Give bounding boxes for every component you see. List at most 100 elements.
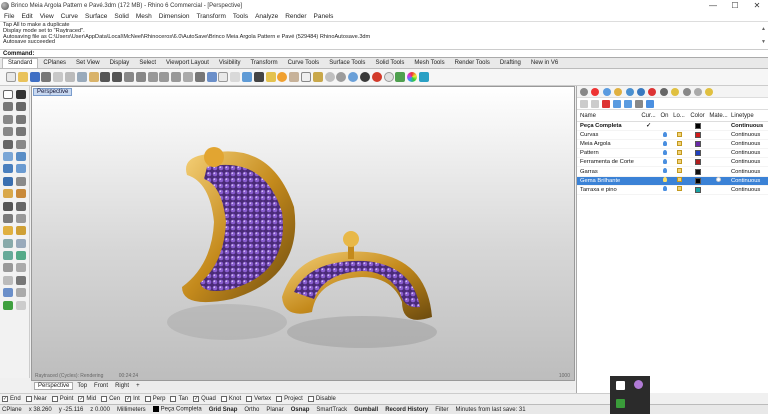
layer-icon[interactable]	[289, 72, 300, 82]
help-icon[interactable]	[418, 72, 429, 82]
trim-icon[interactable]	[3, 201, 13, 211]
tab-solid-tools[interactable]: Solid Tools	[370, 59, 409, 68]
command-history[interactable]: Tap All to make a duplicate Display mode…	[0, 21, 768, 49]
pan-icon[interactable]	[123, 72, 134, 82]
osnap-cen[interactable]: Cen	[101, 395, 120, 402]
layer-linetype[interactable]: Continuous	[729, 159, 767, 165]
layer-row[interactable]: Curvas Continuous	[577, 131, 768, 141]
osnap-point[interactable]: Point	[51, 395, 73, 402]
osnap-checkbox[interactable]	[144, 395, 151, 402]
col-name[interactable]: Name	[577, 113, 639, 119]
dimension-icon[interactable]	[3, 263, 13, 273]
layer-color-swatch[interactable]	[694, 141, 701, 148]
layer-color-swatch[interactable]	[694, 132, 701, 139]
move-layer-up-icon[interactable]	[613, 99, 621, 108]
lock-icon[interactable]	[265, 72, 276, 82]
unlock-icon[interactable]	[676, 177, 682, 183]
tab-curve-tools[interactable]: Curve Tools	[283, 59, 325, 68]
copy-icon[interactable]	[76, 72, 87, 82]
maximize-button[interactable]: ☐	[724, 1, 746, 10]
rotate-icon[interactable]	[3, 238, 13, 248]
layer-linetype[interactable]: Continuous	[729, 123, 767, 129]
explode-icon[interactable]	[16, 213, 26, 223]
tab-top[interactable]: Top	[74, 383, 90, 389]
light-bulb-icon[interactable]	[662, 131, 667, 137]
help-tab-icon[interactable]	[659, 87, 668, 96]
col-on[interactable]: On	[658, 113, 671, 119]
copy-tool-icon[interactable]	[16, 226, 26, 236]
checkbox-tool-icon[interactable]	[3, 300, 13, 310]
tab-standard[interactable]: Standard	[2, 58, 39, 68]
notes-tab-icon[interactable]	[693, 87, 702, 96]
layer-states-tab-icon[interactable]	[682, 87, 691, 96]
redo-icon[interactable]	[112, 72, 123, 82]
point-icon[interactable]	[16, 90, 26, 99]
layer-row[interactable]: Tarraxa e pino Continuous	[577, 186, 768, 195]
unlock-icon[interactable]	[676, 158, 682, 164]
box-icon[interactable]	[3, 164, 13, 174]
pencil-icon[interactable]	[16, 300, 26, 310]
tab-cplanes[interactable]: CPlanes	[38, 59, 71, 68]
mesh-icon[interactable]	[16, 176, 26, 186]
osnap-checkbox[interactable]	[25, 395, 32, 402]
save-icon[interactable]	[29, 72, 40, 82]
menu-curve[interactable]: Curve	[61, 13, 78, 20]
current-layer-status[interactable]: Peça Completa	[152, 406, 202, 413]
layer-color-swatch[interactable]	[694, 123, 701, 130]
layer-color-swatch[interactable]	[694, 168, 701, 175]
menu-mesh[interactable]: Mesh	[136, 13, 152, 20]
join-icon[interactable]	[3, 213, 13, 223]
print-icon[interactable]	[41, 72, 52, 82]
zoom-icon[interactable]	[147, 72, 158, 82]
osnap-checkbox[interactable]	[220, 395, 227, 402]
layers-tab-icon[interactable]	[591, 87, 600, 96]
zoom-window-icon[interactable]	[159, 72, 170, 82]
cylinder-icon[interactable]	[3, 176, 13, 186]
menu-surface[interactable]: Surface	[85, 13, 107, 20]
tab-transform[interactable]: Transform	[245, 59, 282, 68]
perspective-viewport[interactable]: Perspective Raytraced (Cycles): Renderin…	[31, 86, 575, 381]
unlock-icon[interactable]	[676, 149, 682, 155]
osnap-checkbox[interactable]	[307, 395, 314, 402]
group-icon[interactable]	[16, 275, 26, 285]
circle-icon[interactable]	[16, 114, 26, 124]
wireframe-sphere-icon[interactable]	[324, 72, 335, 82]
col-current[interactable]: Cur...	[639, 113, 658, 119]
menu-solid[interactable]: Solid	[114, 13, 128, 20]
layer-row[interactable]: Ferramenta de Corte Continuous	[577, 158, 768, 168]
new-layer-icon[interactable]	[580, 99, 588, 108]
osnap-int[interactable]: ✓ Int	[125, 395, 140, 402]
new-sublayer-icon[interactable]	[591, 99, 599, 108]
select-icon[interactable]	[241, 72, 252, 82]
menu-panels[interactable]: Panels	[314, 13, 334, 20]
layer-row[interactable]: Pattern Continuous	[577, 149, 768, 159]
osnap-checkbox[interactable]	[101, 395, 108, 402]
render-tab-icon[interactable]	[705, 87, 714, 96]
layer-tools-icon[interactable]	[646, 99, 654, 108]
layer-linetype[interactable]: Continuous	[729, 132, 767, 138]
select-arrow-icon[interactable]	[3, 90, 13, 99]
textures-tab-icon[interactable]	[648, 87, 657, 96]
rendered-sphere-icon[interactable]	[348, 72, 359, 82]
sphere-icon[interactable]	[16, 164, 26, 174]
menu-dimension[interactable]: Dimension	[159, 13, 190, 20]
layer-color-swatch[interactable]	[694, 159, 701, 166]
download-icon[interactable]	[616, 399, 625, 408]
arc-icon[interactable]	[3, 127, 13, 137]
properties-icon[interactable]	[300, 72, 311, 82]
match-properties-icon[interactable]	[312, 72, 323, 82]
layer-linetype[interactable]: Continuous	[729, 141, 767, 147]
layer-color-swatch[interactable]	[694, 186, 701, 193]
col-material[interactable]: Mate...	[708, 113, 729, 119]
move-icon[interactable]	[3, 226, 13, 236]
undo-view-icon[interactable]	[194, 72, 205, 82]
light-bulb-icon[interactable]	[662, 158, 667, 164]
lights-tab-icon[interactable]	[614, 87, 623, 96]
tab-visibility[interactable]: Visibility	[214, 59, 246, 68]
osnap-quad[interactable]: ✓ Quad	[193, 395, 216, 402]
dark-sphere-icon[interactable]	[359, 72, 370, 82]
named-view-icon[interactable]	[3, 288, 13, 298]
filter-icon[interactable]	[635, 99, 643, 108]
minimize-button[interactable]: —	[702, 1, 724, 10]
paste-icon[interactable]	[88, 72, 99, 82]
